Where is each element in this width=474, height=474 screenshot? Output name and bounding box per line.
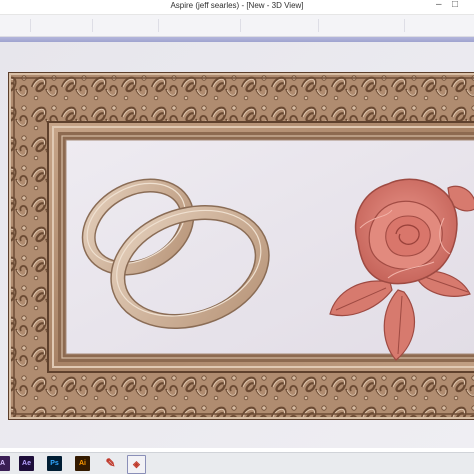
taskbar: A Ae Ps Ai ✎ ◈ [0, 452, 474, 474]
3d-scene[interactable] [0, 42, 474, 448]
aspire-app-icon[interactable]: ◈ [127, 455, 146, 474]
photoshop-icon[interactable]: Ps [47, 456, 62, 471]
maximize-icon[interactable]: □ [452, 0, 458, 10]
illustrator-icon[interactable]: Ai [75, 456, 90, 471]
minimize-icon[interactable]: – [436, 0, 442, 10]
pen-tool-icon[interactable]: ✎ [103, 456, 118, 471]
after-effects-icon[interactable]: Ae [19, 456, 34, 471]
3d-view[interactable] [0, 42, 474, 448]
window-title: Aspire (jeff searles) - [New - 3D View] [170, 1, 304, 10]
adobe-app-icon[interactable]: A [0, 456, 10, 471]
aspire-window: Aspire (jeff searles) - [New - 3D View] … [0, 0, 474, 474]
toolbar [0, 15, 474, 37]
title-bar: Aspire (jeff searles) - [New - 3D View] … [0, 0, 474, 15]
